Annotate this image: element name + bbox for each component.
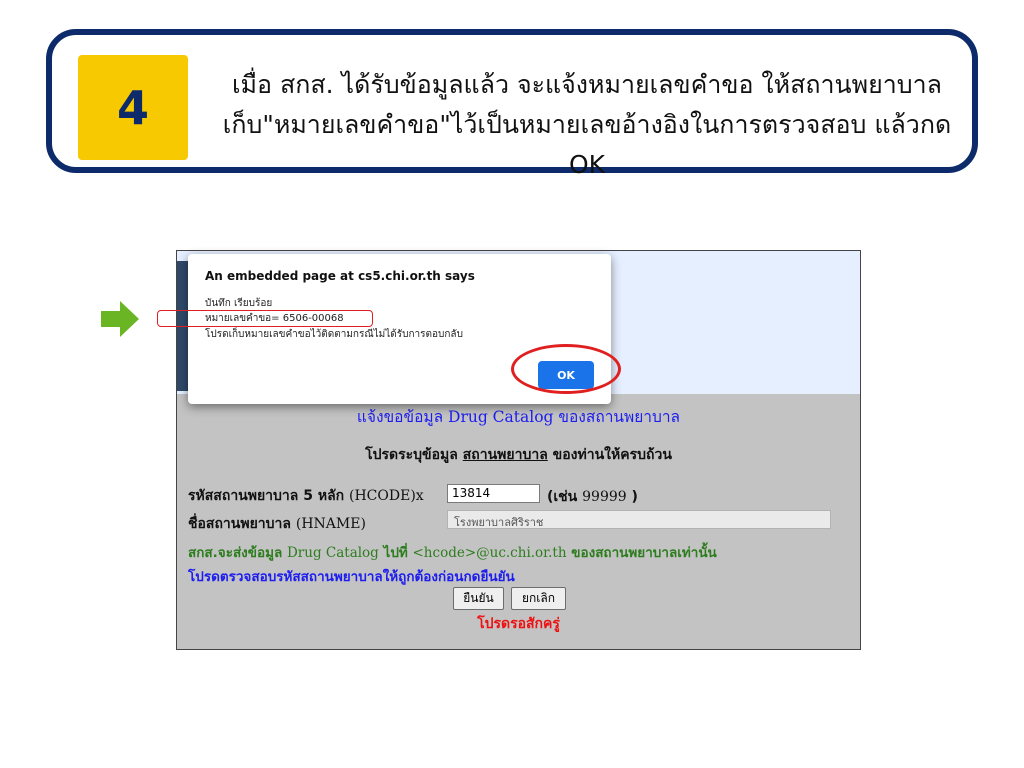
- hname-input: โรงพยาบาลศิริราช: [447, 510, 831, 529]
- dialog-message-saved: บันทึก เรียบร้อย: [205, 298, 273, 309]
- dialog-message-keep: โปรดเก็บหมายเลขคำขอไว้ติดตามกรณีไม่ได้รั…: [205, 329, 463, 340]
- verify-notice: โปรดตรวจสอบรหัสสถานพยาบาลให้ถูกต้องก่อนก…: [188, 569, 515, 585]
- email-notice-part-4: <hcode>@uc.chi.or.th: [412, 545, 567, 561]
- form-instruction-suffix: ของท่านให้ครบถ้วน: [547, 447, 672, 463]
- hcode-example-prefix: (เช่น: [547, 489, 583, 505]
- hcode-label-thai: รหัสสถานพยาบาล 5 หลัก: [188, 488, 350, 504]
- hcode-example-suffix: ): [626, 489, 638, 505]
- ok-button-highlight: [511, 344, 621, 394]
- request-number-highlight: [157, 310, 373, 327]
- hcode-example: (เช่น 99999 ): [547, 486, 638, 508]
- hcode-example-code: 99999: [582, 489, 627, 505]
- hcode-label: รหัสสถานพยาบาล 5 หลัก (HCODE)x: [188, 485, 424, 507]
- arrow-right-icon: [101, 301, 139, 337]
- hname-label: ชื่อสถานพยาบาล (HNAME): [188, 513, 366, 535]
- email-notice-part-2: Drug Catalog: [286, 545, 379, 561]
- step-instruction: เมื่อ สกส. ได้รับข้อมูลแล้ว จะแจ้งหมายเล…: [202, 65, 972, 185]
- confirm-button[interactable]: ยืนยัน: [453, 587, 504, 610]
- step-banner: 4 เมื่อ สกส. ได้รับข้อมูลแล้ว จะแจ้งหมาย…: [46, 29, 978, 179]
- form-instruction-prefix: โปรดระบุข้อมูล: [365, 447, 463, 463]
- step-instruction-line-2: เก็บ"หมายเลขคำขอ"ไว้เป็นหมายเลขอ้างอิงใน…: [222, 110, 952, 179]
- email-notice-part-3: ไปที่: [378, 545, 413, 561]
- hname-label-code: (HNAME): [295, 516, 366, 532]
- step-number-badge: 4: [78, 55, 188, 160]
- step-instruction-line-1: เมื่อ สกส. ได้รับข้อมูลแล้ว จะแจ้งหมายเล…: [231, 70, 943, 99]
- email-notice-part-1: สกส.จะส่งข้อมูล: [188, 545, 287, 561]
- hcode-label-code: (HCODE)x: [349, 488, 424, 504]
- cancel-button[interactable]: ยกเลิก: [511, 587, 566, 610]
- wait-message: โปรดรอสักครู่: [477, 616, 560, 632]
- email-notice: สกส.จะส่งข้อมูล Drug Catalog ไปที่ <hcod…: [188, 541, 717, 563]
- form-instruction-link: สถานพยาบาล: [462, 447, 548, 463]
- hcode-input[interactable]: 13814: [447, 484, 540, 503]
- form-instruction: โปรดระบุข้อมูล สถานพยาบาล ของท่านให้ครบถ…: [177, 444, 860, 466]
- email-notice-part-5: ของสถานพยาบาลเท่านั้น: [566, 545, 717, 561]
- form-title: แจ้งขอข้อมูล Drug Catalog ของสถานพยาบาล: [356, 408, 681, 426]
- hname-label-thai: ชื่อสถานพยาบาล: [188, 516, 296, 532]
- dialog-title: An embedded page at cs5.chi.or.th says: [205, 269, 475, 283]
